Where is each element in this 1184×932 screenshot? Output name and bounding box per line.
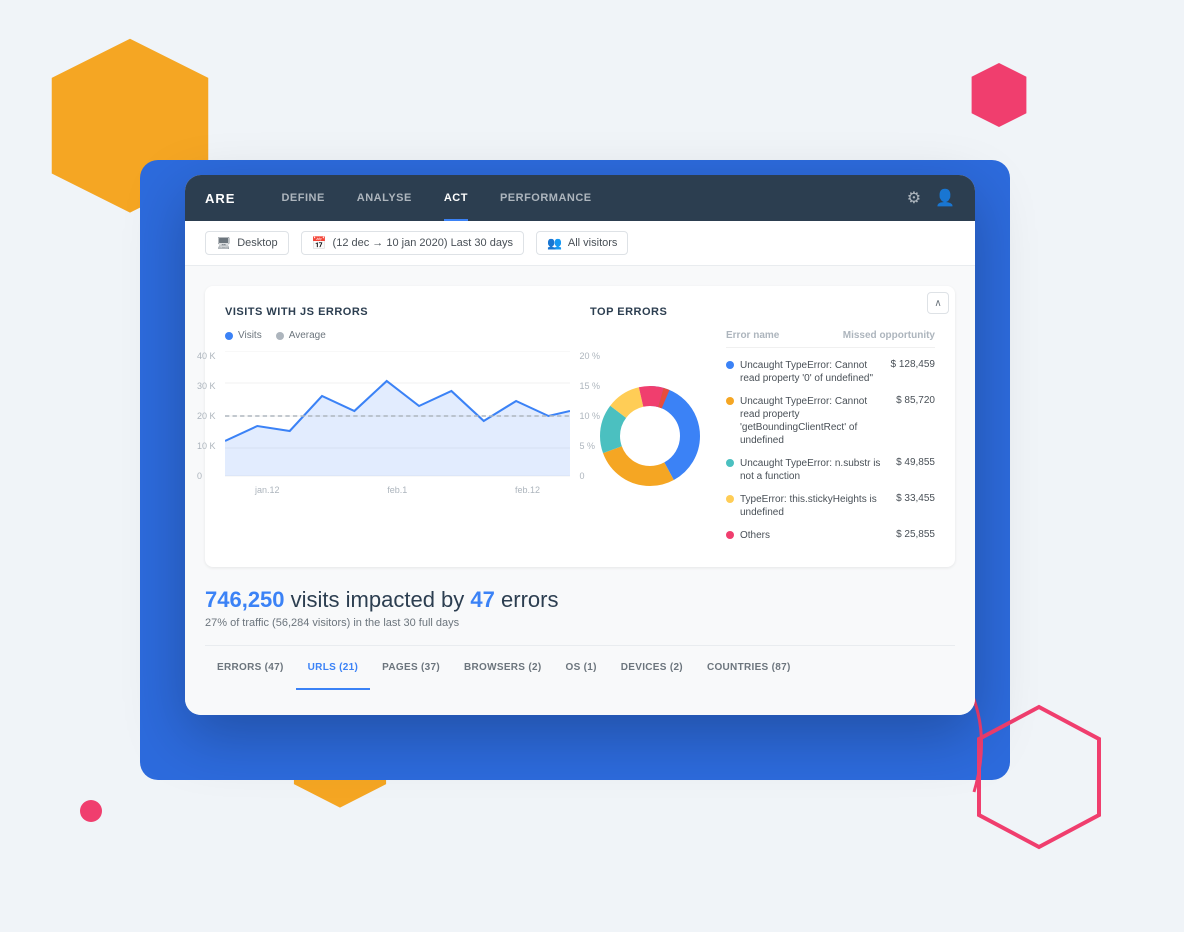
settings-icon[interactable]: ⚙ (907, 188, 921, 208)
date-label: (12 dec → 10 jan 2020) Last 30 days (333, 237, 513, 249)
bg-dot-pink (80, 800, 102, 822)
error-dot-2 (726, 459, 734, 467)
app-window: ARE DEFINE ANALYSE ACT PERFORMANCE ⚙ 👤 🖥… (185, 175, 975, 715)
date-filter[interactable]: 📅 (12 dec → 10 jan 2020) Last 30 days (301, 231, 524, 255)
nav-item-define[interactable]: DEFINE (265, 175, 340, 221)
summary-section: 746,250 visits impacted by 47 errors 27%… (205, 587, 955, 645)
error-row-0: Uncaught TypeError: Cannot read property… (726, 354, 935, 390)
nav-item-performance[interactable]: PERFORMANCE (484, 175, 608, 221)
summary-sub: 27% of traffic (56,284 visitors) in the … (205, 617, 955, 629)
error-text-3: TypeError: this.stickyHeights is undefin… (740, 493, 886, 519)
nav-items: DEFINE ANALYSE ACT PERFORMANCE (265, 175, 906, 221)
line-chart-panel: VISITS WITH JS ERRORS Visits Average (225, 306, 570, 547)
error-name-2: Uncaught TypeError: n.substr is not a fu… (726, 457, 896, 483)
calendar-icon: 📅 (312, 236, 327, 250)
error-value-1: $ 85,720 (896, 395, 935, 406)
visitors-filter[interactable]: 👥 All visitors (536, 231, 628, 255)
x-labels: jan.12 feb.1 feb.12 (225, 485, 570, 495)
nav-right: ⚙ 👤 (907, 188, 955, 208)
summary-main: 746,250 visits impacted by 47 errors (205, 587, 955, 613)
error-dot-4 (726, 531, 734, 539)
error-row-1: Uncaught TypeError: Cannot read property… (726, 390, 935, 452)
charts-section: ∧ VISITS WITH JS ERRORS Visits Average (205, 286, 955, 567)
y-label-20k: 20 K (197, 411, 216, 421)
donut-chart (590, 376, 710, 501)
error-name-0: Uncaught TypeError: Cannot read property… (726, 359, 891, 385)
tab-errors[interactable]: ERRORS (47) (205, 658, 296, 677)
nav-item-analyse[interactable]: ANALYSE (341, 175, 428, 221)
tabs-row: ERRORS (47) URLS (21) PAGES (37) BROWSER… (205, 645, 955, 677)
x-label-jan12: jan.12 (255, 485, 280, 495)
top-errors-panel: TOP ERRORS (590, 306, 935, 547)
visitors-icon: 👥 (547, 236, 562, 250)
legend-dot-visits (225, 332, 233, 340)
y-label-40k: 40 K (197, 351, 216, 361)
error-row-3: TypeError: this.stickyHeights is undefin… (726, 488, 935, 524)
x-label-feb1: feb.1 (387, 485, 407, 495)
tab-urls[interactable]: URLS (21) (296, 658, 370, 677)
errors-table-header: Error name Missed opportunity (726, 330, 935, 348)
visitors-label: All visitors (568, 237, 618, 249)
nav-item-act[interactable]: ACT (428, 175, 484, 221)
error-text-1: Uncaught TypeError: Cannot read property… (740, 395, 886, 447)
y-label-30k: 30 K (197, 381, 216, 391)
error-text-2: Uncaught TypeError: n.substr is not a fu… (740, 457, 886, 483)
error-text-0: Uncaught TypeError: Cannot read property… (740, 359, 881, 385)
y-label-0: 0 (197, 471, 216, 481)
x-label-feb12: feb.12 (515, 485, 540, 495)
donut-container: Error name Missed opportunity Uncaught T… (590, 330, 935, 547)
errors-count: 47 (470, 587, 494, 612)
legend-dot-average (276, 332, 284, 340)
legend-average: Average (276, 330, 326, 341)
bg-hex-pink (964, 60, 1034, 130)
app-nav: ARE DEFINE ANALYSE ACT PERFORMANCE ⚙ 👤 (185, 175, 975, 221)
line-chart-container: 40 K 30 K 20 K 10 K 0 (225, 351, 570, 481)
error-dot-3 (726, 495, 734, 503)
tab-countries[interactable]: COUNTRIES (87) (695, 658, 803, 677)
chart-legend: Visits Average (225, 330, 570, 341)
line-chart-svg (225, 351, 570, 481)
legend-visits: Visits (225, 330, 262, 341)
device-filter[interactable]: 🖥 Desktop (205, 231, 289, 255)
error-name-1: Uncaught TypeError: Cannot read property… (726, 395, 896, 447)
error-value-3: $ 33,455 (896, 493, 935, 504)
error-row-2: Uncaught TypeError: n.substr is not a fu… (726, 452, 935, 488)
col-missed-opportunity: Missed opportunity (843, 330, 935, 341)
error-row-4: Others $ 25,855 (726, 524, 935, 547)
desktop-icon: 🖥 (216, 236, 231, 250)
error-name-4: Others (726, 529, 896, 542)
tab-devices[interactable]: DEVICES (2) (609, 658, 695, 677)
error-dot-1 (726, 397, 734, 405)
col-error-name: Error name (726, 330, 779, 341)
error-name-3: TypeError: this.stickyHeights is undefin… (726, 493, 896, 519)
visits-chart-title: VISITS WITH JS ERRORS (225, 306, 570, 318)
error-value-2: $ 49,855 (896, 457, 935, 468)
error-dot-0 (726, 361, 734, 369)
top-errors-title: TOP ERRORS (590, 306, 935, 318)
summary-text-middle: visits impacted by (291, 587, 465, 612)
charts-row: VISITS WITH JS ERRORS Visits Average (225, 306, 935, 547)
legend-label-average: Average (289, 330, 326, 341)
y-labels-left: 40 K 30 K 20 K 10 K 0 (197, 351, 216, 481)
visits-count: 746,250 (205, 587, 285, 612)
summary-text-end: errors (501, 587, 558, 612)
nav-brand: ARE (205, 191, 235, 206)
errors-table: Error name Missed opportunity Uncaught T… (726, 330, 935, 547)
tab-pages[interactable]: PAGES (37) (370, 658, 452, 677)
error-value-0: $ 128,459 (891, 359, 936, 370)
tab-browsers[interactable]: BROWSERS (2) (452, 658, 554, 677)
tab-os[interactable]: OS (1) (553, 658, 608, 677)
error-text-4: Others (740, 529, 770, 542)
device-label: Desktop (237, 237, 277, 249)
y-label-10k: 10 K (197, 441, 216, 451)
user-icon[interactable]: 👤 (935, 188, 955, 208)
legend-label-visits: Visits (238, 330, 262, 341)
app-content: ∧ VISITS WITH JS ERRORS Visits Average (185, 266, 975, 715)
filter-bar: 🖥 Desktop 📅 (12 dec → 10 jan 2020) Last … (185, 221, 975, 266)
error-value-4: $ 25,855 (896, 529, 935, 540)
